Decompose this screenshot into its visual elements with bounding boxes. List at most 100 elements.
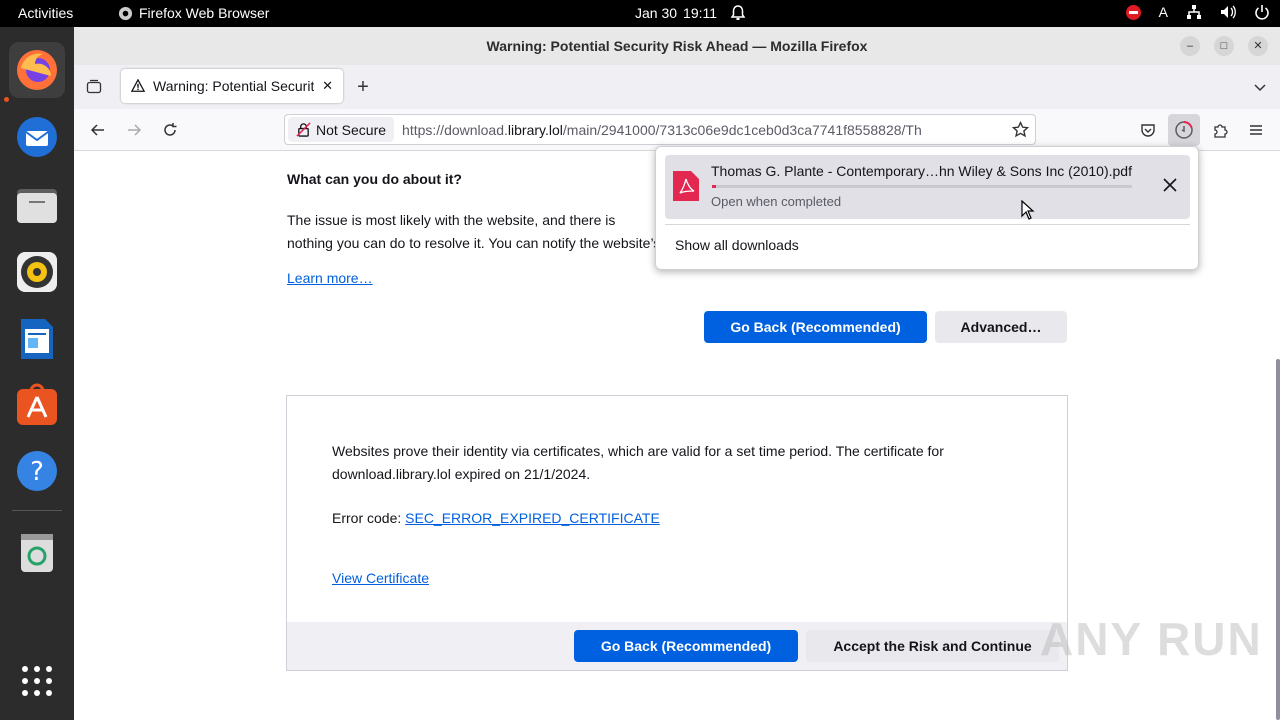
pocket-button[interactable]: [1136, 118, 1160, 142]
dock-files[interactable]: [9, 177, 65, 233]
error-code-label: Error code:: [332, 510, 406, 526]
app-menu[interactable]: Firefox Web Browser: [118, 5, 269, 21]
firefox-small-icon: [118, 6, 133, 20]
minimize-button[interactable]: –: [1180, 36, 1200, 56]
dock-help[interactable]: ?: [9, 443, 65, 499]
rhythmbox-icon: [17, 252, 57, 292]
download-status: Open when completed: [711, 194, 842, 209]
dock-firefox[interactable]: [9, 42, 65, 98]
hamburger-icon: [1250, 125, 1262, 135]
advanced-button-bar: Go Back (Recommended) Accept the Risk an…: [287, 622, 1067, 670]
firefox-view-button[interactable]: [82, 75, 106, 99]
what-can-you-do-heading: What can you do about it?: [287, 171, 462, 187]
pocket-icon: [1141, 124, 1155, 137]
list-all-tabs-button[interactable]: [1248, 75, 1272, 99]
tab-title: Warning: Potential Security Risk Ahead: [153, 78, 315, 94]
learn-more-link[interactable]: Learn more…: [287, 270, 373, 286]
show-apps-button[interactable]: [9, 653, 65, 709]
window-titlebar[interactable]: Warning: Potential Security Risk Ahead —…: [74, 27, 1280, 65]
chevron-down-icon: [1254, 84, 1266, 92]
close-window-button[interactable]: ✕: [1248, 36, 1268, 56]
warning-icon: [131, 79, 145, 92]
arrow-left-icon: [90, 124, 104, 136]
download-progress-icon: [1175, 121, 1193, 139]
dock-thunderbird[interactable]: [9, 109, 65, 165]
app-menu-button[interactable]: [1244, 118, 1268, 142]
volume-icon[interactable]: [1220, 4, 1236, 20]
system-tray[interactable]: A: [1125, 4, 1270, 20]
reload-button[interactable]: [158, 118, 182, 142]
plus-icon: +: [357, 75, 369, 98]
writer-icon: [21, 319, 53, 359]
error-code-line: Error code: SEC_ERROR_EXPIRED_CERTIFICAT…: [332, 510, 660, 526]
url-domain: library.lol: [507, 121, 563, 138]
insecure-lock-icon: [296, 122, 311, 137]
mouse-cursor-icon: [1021, 200, 1035, 220]
bookmark-star-button[interactable]: [1005, 121, 1035, 138]
firefox-icon: [17, 50, 57, 90]
dock: ?: [0, 27, 74, 720]
view-certificate-link[interactable]: View Certificate: [332, 570, 429, 586]
pdf-icon: [673, 171, 699, 201]
grid-icon: [22, 666, 52, 696]
new-tab-button[interactable]: +: [351, 75, 375, 99]
go-back-button-2[interactable]: Go Back (Recommended): [574, 630, 798, 662]
not-secure-label: Not Secure: [316, 121, 387, 138]
svg-text:?: ?: [30, 457, 44, 487]
running-indicator: [4, 97, 9, 102]
url-prefix: https://download.: [402, 121, 508, 138]
tab-close-icon[interactable]: ✕: [322, 78, 333, 94]
download-progress-fill: [712, 185, 717, 188]
advanced-button[interactable]: Advanced…: [935, 311, 1067, 343]
maximize-button[interactable]: □: [1214, 36, 1234, 56]
input-method-indicator[interactable]: A: [1159, 4, 1168, 20]
site-identity-button[interactable]: Not Secure: [288, 117, 395, 142]
certificate-explanation: Websites prove their identity via certif…: [332, 443, 944, 482]
accept-risk-button[interactable]: Accept the Risk and Continue: [806, 630, 1059, 662]
url-bar[interactable]: Not Secure https://download.library.lol/…: [284, 114, 1036, 145]
downloads-button[interactable]: [1168, 114, 1200, 146]
download-file-name: Thomas G. Plante - Contemporary…hn Wiley…: [711, 163, 1132, 179]
error-code-link[interactable]: SEC_ERROR_EXPIRED_CERTIFICATE: [405, 510, 660, 526]
help-icon: ?: [17, 451, 57, 491]
thunderbird-icon: [17, 117, 57, 157]
dock-app-center[interactable]: [9, 377, 65, 433]
advanced-panel: Websites prove their identity via certif…: [286, 395, 1068, 671]
do-not-disturb-icon[interactable]: [1125, 4, 1141, 20]
puzzle-icon: [1214, 124, 1228, 138]
go-back-button[interactable]: Go Back (Recommended): [704, 311, 927, 343]
show-all-downloads-button[interactable]: Show all downloads: [675, 237, 799, 253]
files-icon: [17, 189, 57, 223]
download-item[interactable]: Thomas G. Plante - Contemporary…hn Wiley…: [665, 155, 1190, 219]
clock[interactable]: Jan 30 19:11: [635, 5, 746, 21]
cancel-download-icon[interactable]: [1162, 177, 1178, 193]
dock-rhythmbox[interactable]: [9, 244, 65, 300]
network-icon[interactable]: [1186, 4, 1202, 20]
app-center-icon: [17, 383, 57, 425]
navigation-toolbar: Not Secure https://download.library.lol/…: [74, 109, 1280, 151]
back-button[interactable]: [86, 118, 110, 142]
gnome-top-bar: Activities Firefox Web Browser Jan 30 19…: [0, 0, 1280, 27]
issue-paragraph: The issue is most likely with the websit…: [287, 212, 661, 251]
activities-button[interactable]: Activities: [18, 5, 73, 21]
time: 19:11: [683, 5, 718, 21]
power-icon[interactable]: [1254, 4, 1270, 20]
page-scrollbar[interactable]: [1276, 359, 1280, 720]
date: Jan 30: [635, 5, 678, 21]
panel-separator: [665, 224, 1190, 225]
download-progress-bar: [712, 185, 1132, 188]
forward-button[interactable]: [122, 118, 146, 142]
reload-icon: [164, 123, 177, 136]
arrow-right-icon: [128, 124, 142, 136]
tab-warning[interactable]: Warning: Potential Security Risk Ahead ✕: [121, 69, 343, 103]
dock-trash[interactable]: [9, 524, 65, 580]
dock-separator: [12, 510, 62, 511]
url-path: /main/2941000/7313c06e9dc1ceb0d3ca7741f8…: [562, 121, 922, 138]
window-title: Warning: Potential Security Risk Ahead —…: [486, 38, 868, 54]
dock-libreoffice-writer[interactable]: [9, 311, 65, 367]
url-text[interactable]: https://download.library.lol/main/294100…: [402, 122, 1005, 138]
watermark: ANY RUN: [1040, 613, 1263, 665]
firefox-view-icon: [86, 79, 102, 94]
extensions-button[interactable]: [1208, 118, 1232, 142]
bell-icon: [731, 5, 746, 20]
